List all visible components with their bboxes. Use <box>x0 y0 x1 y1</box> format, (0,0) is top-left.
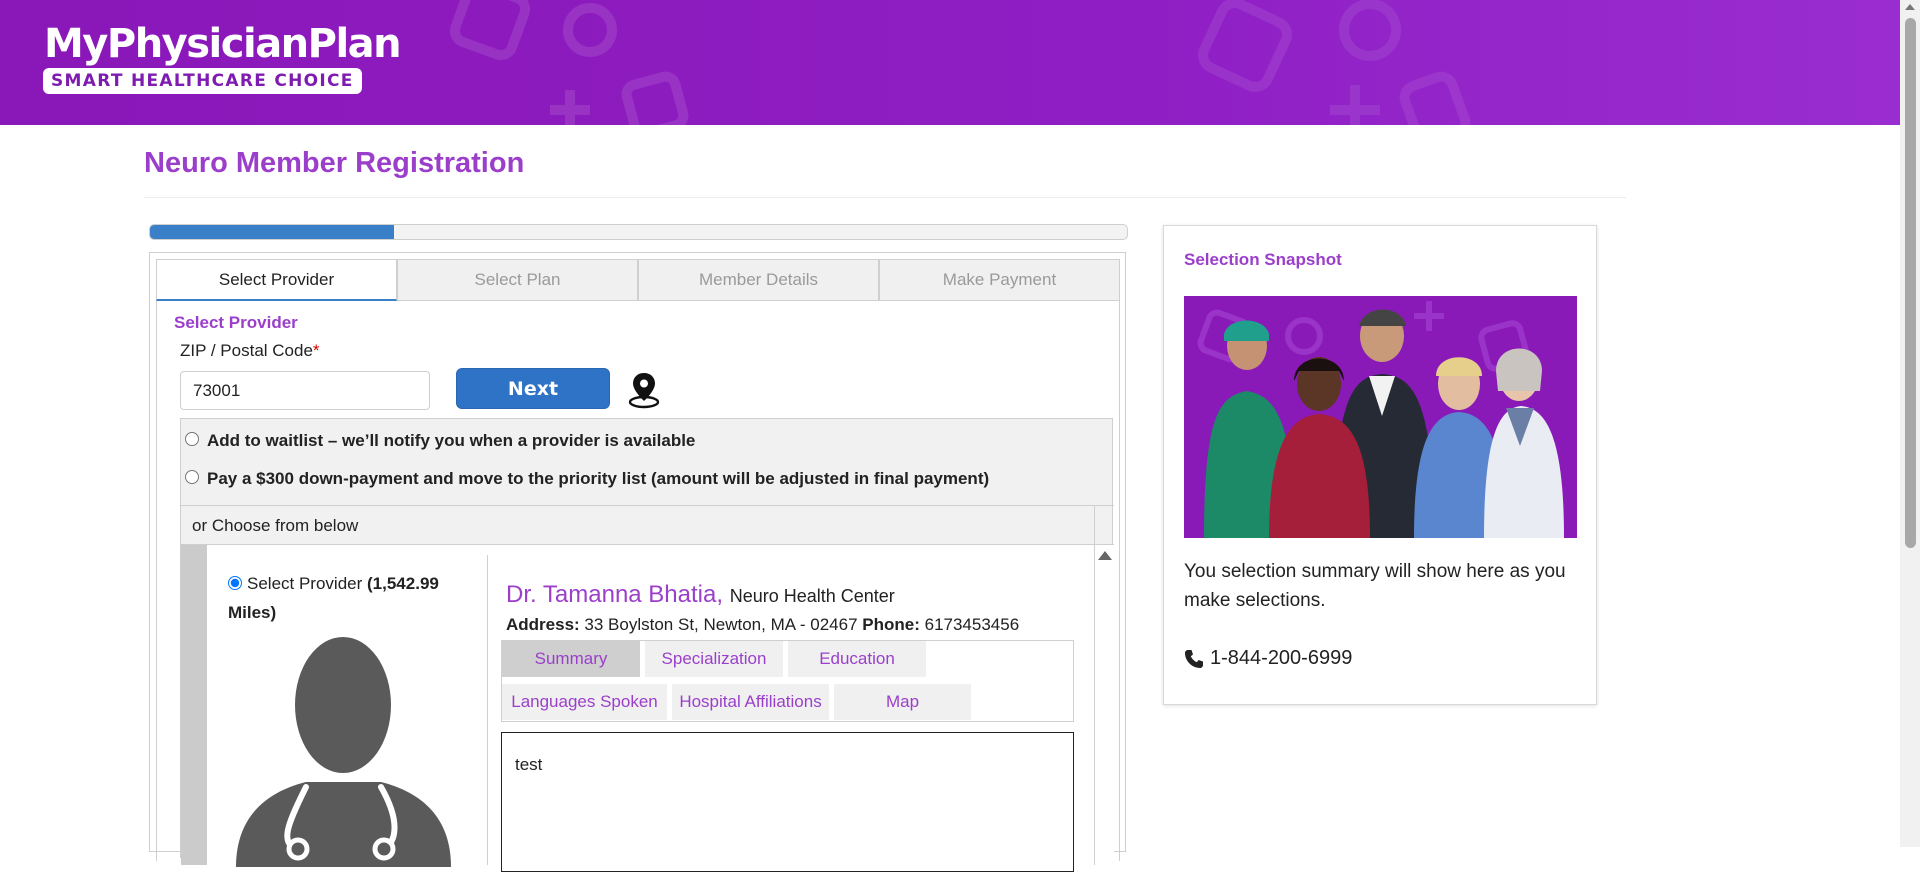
choose-row-spacer <box>1094 505 1114 545</box>
provider-info-tabs: Summary Specialization Education Languag… <box>501 640 1074 722</box>
select-provider-panel: Select Provider ZIP / Postal Code* Next … <box>156 301 1120 872</box>
phone-label: Phone: <box>862 615 920 634</box>
selection-snapshot-card: Selection Snapshot You selection summary… <box>1163 225 1597 705</box>
select-provider-radio[interactable] <box>228 576 242 590</box>
brand-name: MyPhysicianPlan <box>44 21 402 67</box>
priority-option[interactable]: Pay a $300 down-payment and move to the … <box>185 469 989 489</box>
tab-education[interactable]: Education <box>788 641 926 677</box>
select-provider-label: Select Provider <box>247 574 363 593</box>
title-divider <box>144 197 1626 198</box>
page-title: Neuro Member Registration <box>144 147 525 179</box>
address-label: Address: <box>506 615 580 634</box>
registration-wizard: Select Provider Select Plan Member Detai… <box>149 252 1126 872</box>
tab-make-payment[interactable]: Make Payment <box>879 259 1120 301</box>
tab-select-provider[interactable]: Select Provider <box>156 259 397 301</box>
snapshot-title: Selection Snapshot <box>1184 250 1342 269</box>
provider-divider <box>487 555 488 865</box>
provider-list-scrollbar[interactable] <box>1094 545 1114 865</box>
waitlist-radio[interactable] <box>185 432 199 446</box>
scroll-up-arrow-icon[interactable] <box>1905 4 1915 10</box>
tab-select-plan[interactable]: Select Plan <box>397 259 638 301</box>
brand-logo[interactable]: MyPhysicianPlan SMART HEALTHCARE CHOICE <box>43 21 402 94</box>
provider-summary-content: test <box>501 732 1074 872</box>
provider-card: Select Provider (1,542.99 Miles) Dr. Tam… <box>181 545 1114 872</box>
provider-center: Neuro Health Center <box>729 586 895 606</box>
header-pattern-right <box>1198 0 1471 125</box>
map-pin-icon[interactable] <box>627 371 661 409</box>
waitlist-option[interactable]: Add to waitlist – we’ll notify you when … <box>185 431 695 451</box>
next-button[interactable]: Next <box>456 368 610 409</box>
provider-contact: Address: 33 Boylston St, Newton, MA - 02… <box>506 615 1019 635</box>
zip-label: ZIP / Postal Code* <box>180 341 320 361</box>
tab-map[interactable]: Map <box>834 684 971 720</box>
provider-phone: 6173453456 <box>924 615 1020 634</box>
waitlist-label: Add to waitlist – we’ll notify you when … <box>207 431 696 450</box>
zip-label-text: ZIP / Postal Code <box>180 341 313 360</box>
progress-fill <box>150 225 395 239</box>
choose-from-below: or Choose from below <box>181 505 1094 545</box>
snapshot-text: You selection summary will show here as … <box>1184 561 1566 611</box>
scrollbar-thumb[interactable] <box>1905 18 1916 548</box>
priority-radio[interactable] <box>185 470 199 484</box>
provider-name: Dr. Tamanna Bhatia, <box>506 581 724 608</box>
header-pattern <box>449 0 689 125</box>
doctor-avatar-icon <box>236 637 451 867</box>
zip-input[interactable] <box>180 371 430 410</box>
provider-name-line: Dr. Tamanna Bhatia, Neuro Health Center <box>506 581 895 609</box>
select-provider-option[interactable]: Select Provider (1,542.99 Miles) <box>228 569 468 627</box>
section-heading: Select Provider <box>174 313 298 332</box>
brand-tagline: SMART HEALTHCARE CHOICE <box>43 68 362 94</box>
wizard-tabs: Select Provider Select Plan Member Detai… <box>156 259 1120 301</box>
tab-member-details[interactable]: Member Details <box>638 259 879 301</box>
tab-languages-spoken[interactable]: Languages Spoken <box>502 684 667 720</box>
provider-options: Add to waitlist – we’ll notify you when … <box>180 418 1114 872</box>
required-mark: * <box>312 341 320 360</box>
tab-specialization[interactable]: Specialization <box>645 641 783 677</box>
provider-left-bar <box>181 545 207 865</box>
provider-address: 33 Boylston St, Newton, MA - 02467 <box>584 615 858 634</box>
priority-label: Pay a $300 down-payment and move to the … <box>207 469 990 488</box>
snapshot-phone[interactable]: 1-844-200-6999 <box>1184 647 1352 670</box>
tab-hospital-affiliations[interactable]: Hospital Affiliations <box>672 684 829 720</box>
page-scrollbar[interactable] <box>1900 0 1920 847</box>
tab-summary[interactable]: Summary <box>502 641 640 677</box>
doctors-group-image <box>1184 296 1577 538</box>
phone-icon <box>1185 649 1203 668</box>
site-header: MyPhysicianPlan SMART HEALTHCARE CHOICE <box>0 0 1900 125</box>
registration-progress-bar <box>149 224 1128 240</box>
scroll-up-arrow-icon[interactable] <box>1098 551 1112 560</box>
snapshot-phone-number: 1-844-200-6999 <box>1210 647 1353 669</box>
